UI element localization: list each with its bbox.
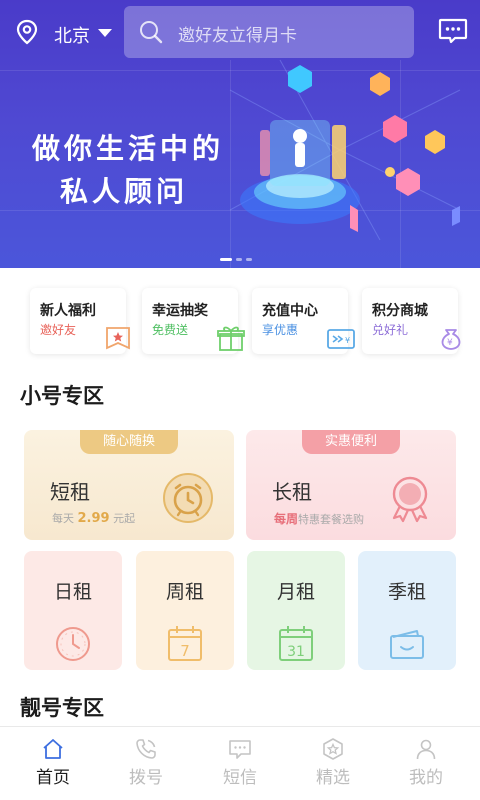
quick-link-newcomer[interactable]: 新人福利 邀好友 [30,288,130,354]
plan-card-daily[interactable]: 日租 [24,551,122,670]
quick-link-title: 幸运抽奖 [152,303,208,319]
alarm-clock-icon [163,473,213,523]
banner-illustration [229,59,461,241]
search-bar[interactable]: 邀好友立得月卡 [124,6,414,58]
short-rent-tag: 随心随换 [80,430,178,454]
long-rent-title: 长租 [272,480,312,504]
long-rent-tag: 实惠便利 [302,430,400,454]
tab-featured[interactable]: 精选 [285,727,381,800]
price-suffix: 元起 [109,512,136,525]
plan-title: 周租 [165,581,204,603]
coin-bag-icon: ¥ [441,329,461,350]
card-icon: ¥ [327,329,355,349]
hero-banner[interactable]: 北京 邀好友立得月卡 做你生活中的 私人顾问 [0,0,480,268]
plan-card-monthly[interactable]: 月租 31 [247,551,345,670]
short-rent-card[interactable]: 随心随换 短租 每天 2.99 元起 [24,430,234,540]
tab-label: 首页 [36,768,70,788]
carousel-dot [236,258,242,261]
quick-link-title: 积分商城 [372,303,428,319]
search-icon [140,21,163,44]
quick-link-title: 新人福利 [40,303,96,319]
price-value: 2.99 [77,511,110,526]
plan-card-quarterly[interactable]: 季租 [358,551,456,670]
section-title-small-numbers: 小号专区 [20,384,104,408]
banner-headline: 做你生活中的 [32,132,225,165]
quick-link-points-mall[interactable]: 积分商城 兑好礼 ¥ [362,288,461,354]
weekly-label: 每周 [274,512,299,526]
carousel-dot [246,258,252,261]
short-rent-price: 每天 2.99 元起 [52,510,135,526]
long-rent-desc: 每周特惠套餐选购 [274,510,364,527]
desc-suffix: 特惠套餐选购 [298,513,365,526]
carousel-indicator [220,258,252,261]
quick-link-subtitle: 兑好礼 [372,323,409,337]
bottom-tab-bar: 首页 拨号 短信 精选 我的 [0,726,480,800]
tab-label: 短信 [223,768,257,788]
quick-link-title: 充值中心 [262,303,318,319]
svg-text:¥: ¥ [345,336,350,345]
user-icon [416,739,436,760]
wallet-icon [390,630,424,659]
tab-label: 我的 [409,768,443,788]
plan-title: 日租 [53,581,92,603]
message-icon [229,740,251,759]
top-bar: 北京 邀好友立得月卡 [0,0,480,64]
tab-home[interactable]: 首页 [5,727,101,800]
plan-card-weekly[interactable]: 周租 7 [136,551,234,670]
tab-label: 精选 [316,768,350,788]
price-prefix: 每天 [52,512,78,525]
calendar-31-icon: 31 [279,626,313,661]
plan-title: 月租 [276,581,315,603]
home-icon [43,739,63,759]
tab-profile[interactable]: 我的 [378,727,474,800]
city-selector[interactable]: 北京 [54,22,90,48]
clock-icon [56,627,90,661]
gift-icon [217,326,245,351]
plan-title: 季租 [387,581,426,603]
calendar-day-label: 31 [287,644,305,660]
location-pin-icon[interactable] [14,19,40,45]
short-rent-title: 短租 [50,480,90,504]
banner-subheadline: 私人顾问 [60,175,189,208]
calendar-7-icon: 7 [168,626,202,661]
tab-label: 拨号 [129,768,163,788]
tab-dial[interactable]: 拨号 [98,727,194,800]
long-rent-card[interactable]: 实惠便利 长租 每周特惠套餐选购 [246,430,456,540]
quick-link-subtitle: 免费送 [152,323,189,337]
hexagon-star-icon [323,738,343,760]
quick-link-subtitle: 邀好友 [40,323,77,337]
quick-link-subtitle: 享优惠 [262,323,299,337]
search-placeholder: 邀好友立得月卡 [178,26,297,46]
medal-icon [392,476,428,523]
section-title-pretty-numbers: 靓号专区 [20,696,104,720]
message-bubble-icon[interactable] [438,18,468,44]
carousel-dot [220,258,232,261]
svg-text:¥: ¥ [447,338,453,348]
quick-links-row: 新人福利 邀好友 幸运抽奖 免费送 充值中心 享优惠 ¥ 积分商城 兑好礼 ¥ [30,288,480,354]
quick-link-lottery[interactable]: 幸运抽奖 免费送 [142,288,245,354]
bookmark-star-icon [106,327,130,350]
calendar-day-label: 7 [180,642,190,660]
quick-link-recharge[interactable]: 充值中心 享优惠 ¥ [252,288,355,354]
tab-sms[interactable]: 短信 [192,727,288,800]
chevron-down-icon[interactable] [98,29,112,37]
phone-icon [136,739,156,759]
